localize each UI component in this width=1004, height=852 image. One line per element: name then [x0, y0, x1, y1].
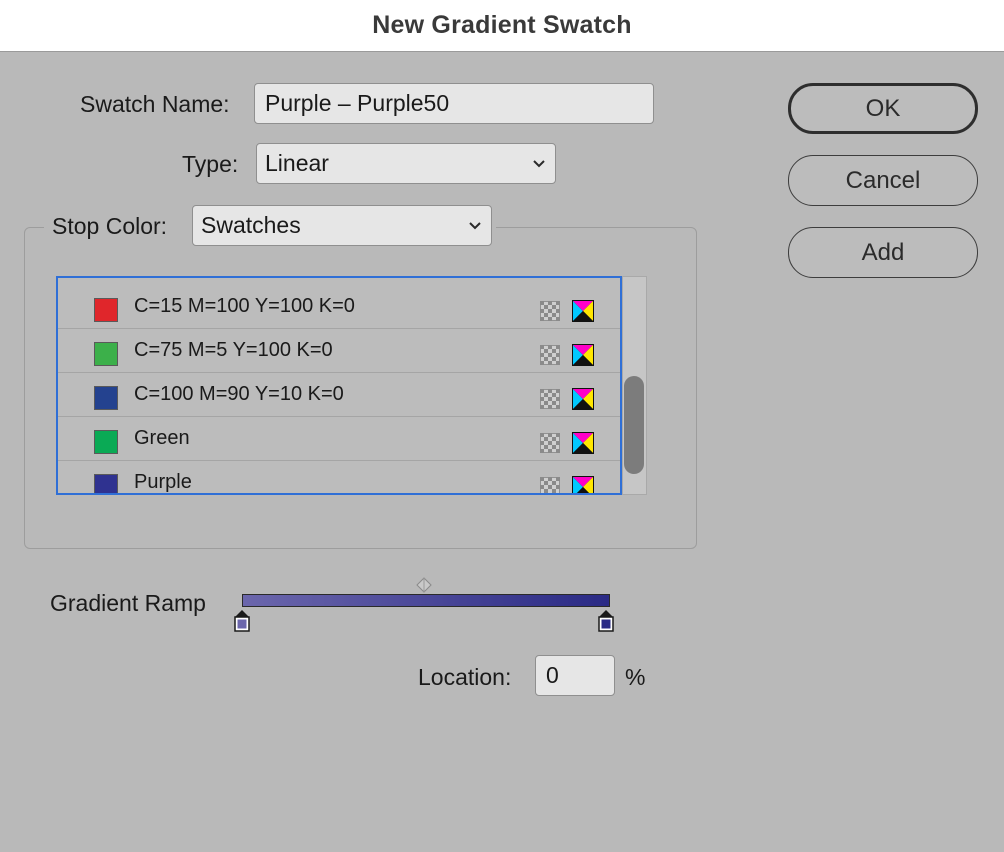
percent-sign: %	[625, 664, 646, 690]
swatch-row[interactable]: C=15 M=100 Y=100 K=0	[58, 285, 620, 329]
stop-color-label: Stop Color:	[52, 213, 168, 239]
location-value: 0	[546, 662, 559, 688]
chevron-down-icon	[469, 221, 481, 229]
location-input[interactable]: 0	[535, 655, 615, 696]
gradient-stop-end[interactable]	[597, 609, 615, 633]
swatch-row[interactable]: C=100 M=90 Y=10 K=0	[58, 373, 620, 417]
swatch-name-input[interactable]: Purple – Purple50	[254, 83, 654, 124]
swatch-name: Purple	[134, 471, 192, 493]
swatch-color-chip	[94, 342, 118, 366]
chevron-down-icon	[533, 159, 545, 167]
process-color-icon	[540, 301, 560, 321]
swatch-name: C=15 M=100 Y=100 K=0	[134, 295, 355, 317]
ok-button[interactable]: OK	[788, 83, 978, 134]
swatch-row[interactable]: Green	[58, 417, 620, 461]
swatch-color-chip	[94, 298, 118, 322]
dialog-title: New Gradient Swatch	[372, 11, 632, 39]
cmyk-icon	[572, 344, 594, 366]
swatch-list[interactable]: C=15 M=100 Y=100 K=0 C=75 M=5 Y=100 K=0 …	[56, 276, 622, 495]
cancel-button[interactable]: Cancel	[788, 155, 978, 206]
swatch-color-chip	[94, 430, 118, 454]
gradient-ramp[interactable]	[242, 594, 610, 607]
add-button[interactable]: Add	[788, 227, 978, 278]
swatch-row[interactable]: C=75 M=5 Y=100 K=0	[58, 329, 620, 373]
process-color-icon	[540, 477, 560, 493]
location-label: Location:	[418, 664, 512, 690]
type-value: Linear	[265, 150, 329, 176]
cmyk-icon	[572, 388, 594, 410]
swatch-name-label: Swatch Name:	[80, 91, 230, 117]
swatch-name: Green	[134, 427, 190, 449]
cmyk-icon	[572, 476, 594, 493]
type-label: Type:	[182, 151, 239, 177]
process-color-icon	[540, 389, 560, 409]
midpoint-diamond-icon[interactable]	[416, 577, 432, 593]
cmyk-icon	[572, 432, 594, 454]
gradient-stop-start[interactable]	[233, 609, 251, 633]
swatch-name: C=100 M=90 Y=10 K=0	[134, 383, 344, 405]
stop-color-value: Swatches	[201, 212, 301, 238]
swatch-color-chip	[94, 386, 118, 410]
swatch-name: C=75 M=5 Y=100 K=0	[134, 339, 333, 361]
swatch-color-chip	[94, 474, 118, 493]
process-color-icon	[540, 345, 560, 365]
swatch-row[interactable]: Purple	[58, 461, 620, 493]
cmyk-icon	[572, 300, 594, 322]
scrollbar-thumb[interactable]	[624, 376, 644, 474]
title-bar: New Gradient Swatch	[0, 0, 1004, 52]
gradient-ramp-label: Gradient Ramp	[50, 590, 206, 616]
process-color-icon	[540, 433, 560, 453]
type-dropdown[interactable]: Linear	[256, 143, 556, 184]
stop-color-dropdown[interactable]: Swatches	[192, 205, 492, 246]
swatch-name-value: Purple – Purple50	[265, 90, 450, 116]
